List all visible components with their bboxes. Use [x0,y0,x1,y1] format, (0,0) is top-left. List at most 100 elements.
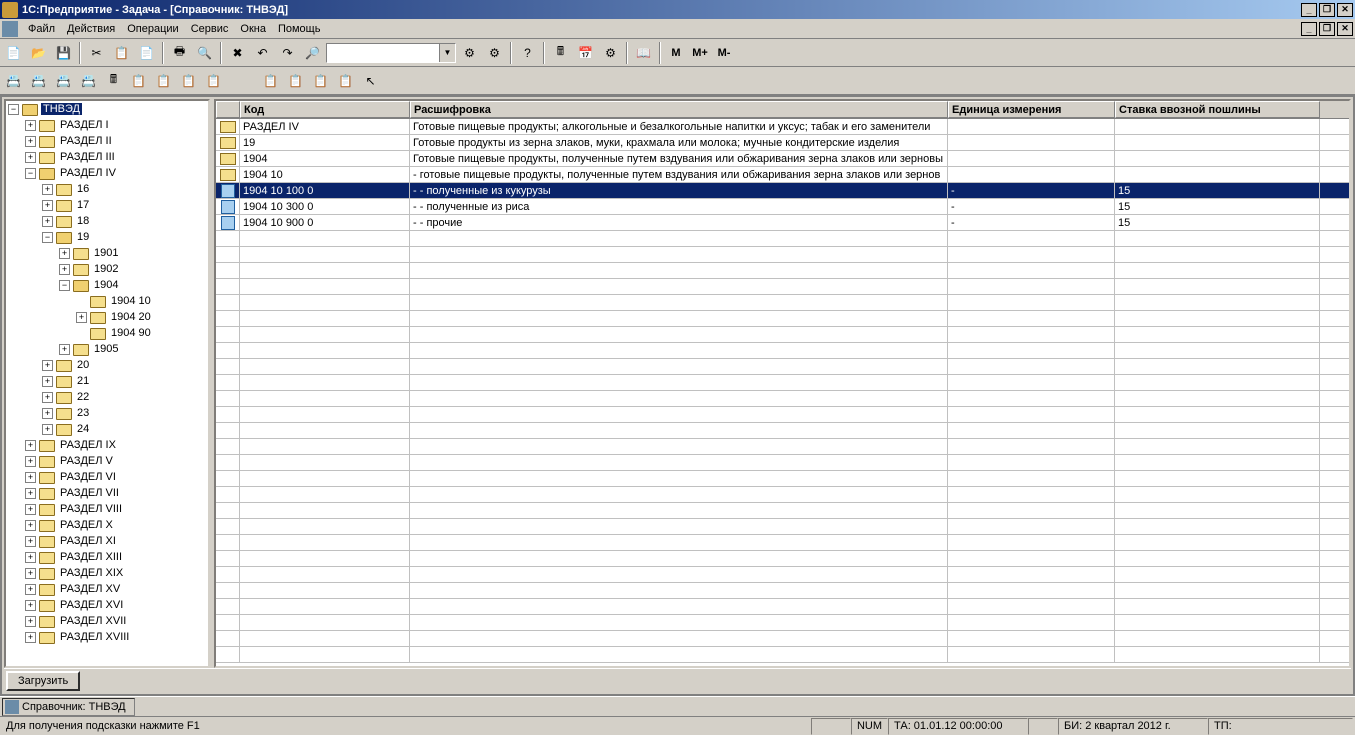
tree-item-label[interactable]: РАЗДЕЛ I [58,119,111,131]
table-row[interactable] [216,599,1349,615]
menu-help[interactable]: Помощь [272,21,327,37]
print-icon[interactable]: 🖶 [168,42,191,64]
tb2-icon-12[interactable]: 📋 [309,70,332,92]
tree-item[interactable]: 1904 90 [6,325,208,341]
tb2-icon-2[interactable]: 📇 [27,70,50,92]
open-icon[interactable]: 📂 [27,42,50,64]
expand-icon[interactable]: + [59,248,70,259]
tool-c-icon[interactable]: ⚙ [599,42,622,64]
tree-item[interactable]: + РАЗДЕЛ II [6,133,208,149]
table-body[interactable]: РАЗДЕЛ IVГотовые пищевые продукты; алког… [216,119,1349,666]
expand-icon[interactable]: + [42,376,53,387]
tree-item-label[interactable]: 1905 [92,343,120,355]
table-row[interactable] [216,375,1349,391]
redo-icon[interactable]: ↷ [276,42,299,64]
tree-item[interactable]: +РАЗДЕЛ XVII [6,613,208,629]
expand-icon[interactable]: + [76,312,87,323]
tree-item[interactable]: +20 [6,357,208,373]
tree-item[interactable]: +16 [6,181,208,197]
expand-icon[interactable]: + [25,152,36,163]
tree-item-label[interactable]: РАЗДЕЛ X [58,519,115,531]
table-row[interactable] [216,487,1349,503]
col-rate-header[interactable]: Ставка ввозной пошлины [1115,101,1320,118]
tb2-icon-11[interactable]: 📋 [284,70,307,92]
tree-root[interactable]: − ТНВЭД [6,101,208,117]
tree-item-label[interactable]: 1901 [92,247,120,259]
tb2-icon-7[interactable]: 📋 [152,70,175,92]
expand-icon[interactable]: + [25,488,36,499]
expand-icon[interactable]: + [25,472,36,483]
tree-item-label[interactable]: 1904 90 [109,327,153,339]
expand-icon[interactable]: + [25,440,36,451]
find-icon[interactable]: 🔎 [301,42,324,64]
expand-icon[interactable]: + [25,456,36,467]
tool-b-icon[interactable]: ⚙ [483,42,506,64]
task-item-directory[interactable]: Справочник: ТНВЭД [2,698,135,716]
table-row[interactable] [216,567,1349,583]
new-icon[interactable]: 📄 [2,42,25,64]
tree-item-label[interactable]: 19 [75,231,91,243]
table-row[interactable] [216,231,1349,247]
tree-item[interactable]: +РАЗДЕЛ IX [6,437,208,453]
minimize-button[interactable]: _ [1301,3,1317,17]
save-icon[interactable]: 💾 [52,42,75,64]
tool-a-icon[interactable]: ⚙ [458,42,481,64]
tree-item-label[interactable]: РАЗДЕЛ VI [58,471,118,483]
tree-item-label[interactable]: РАЗДЕЛ XIX [58,567,125,579]
mdi-restore-button[interactable]: ❐ [1319,22,1335,36]
expand-icon[interactable]: + [25,136,36,147]
tree-item-label[interactable]: РАЗДЕЛ II [58,135,114,147]
table-row[interactable] [216,583,1349,599]
expand-icon[interactable]: + [25,616,36,627]
close-button[interactable]: ✕ [1337,3,1353,17]
tree-item[interactable]: +23 [6,405,208,421]
tb2-icon-1[interactable]: 📇 [2,70,25,92]
tree-item[interactable]: −РАЗДЕЛ IV [6,165,208,181]
table-row[interactable] [216,295,1349,311]
tree-item-label[interactable]: 20 [75,359,91,371]
tree-item-label[interactable]: РАЗДЕЛ XVI [58,599,125,611]
expand-icon[interactable]: + [25,120,36,131]
menu-windows[interactable]: Окна [234,21,272,37]
expand-icon[interactable]: + [42,408,53,419]
restore-button[interactable]: ❐ [1319,3,1335,17]
tree-item[interactable]: +РАЗДЕЛ VIII [6,501,208,517]
load-button[interactable]: Загрузить [6,671,80,691]
table-row[interactable] [216,359,1349,375]
tree-item[interactable]: +РАЗДЕЛ VII [6,485,208,501]
memory-mminus-button[interactable]: M- [713,43,735,63]
table-row[interactable] [216,631,1349,647]
menu-actions[interactable]: Действия [61,21,121,37]
tree-item[interactable]: 1904 10 [6,293,208,309]
expand-icon[interactable]: + [59,264,70,275]
tree-item[interactable]: +РАЗДЕЛ XIX [6,565,208,581]
tree-item-label[interactable]: РАЗДЕЛ XVIII [58,631,131,643]
expand-icon[interactable]: + [25,504,36,515]
table-row[interactable] [216,503,1349,519]
col-code-header[interactable]: Код [240,101,410,118]
table-row[interactable]: 1904 10 900 0- - прочие-15 [216,215,1349,231]
expand-icon[interactable]: + [42,200,53,211]
tree-item[interactable]: +РАЗДЕЛ XVI [6,597,208,613]
menu-service[interactable]: Сервис [185,21,235,37]
menu-operations[interactable]: Операции [121,21,184,37]
tree-item-label[interactable]: 22 [75,391,91,403]
tree-item-label[interactable]: РАЗДЕЛ IV [58,167,118,179]
table-row[interactable] [216,519,1349,535]
tree-item-label[interactable]: 1904 10 [109,295,153,307]
expand-icon[interactable]: + [42,216,53,227]
tree-item[interactable]: + РАЗДЕЛ I [6,117,208,133]
menu-file[interactable]: Файл [22,21,61,37]
tree-item[interactable]: +22 [6,389,208,405]
tree-item[interactable]: +17 [6,197,208,213]
tree-item-label[interactable]: РАЗДЕЛ III [58,151,117,163]
tree-item-label[interactable]: 1904 20 [109,311,153,323]
table-row[interactable] [216,311,1349,327]
table-row[interactable] [216,615,1349,631]
table-row[interactable] [216,535,1349,551]
tb2-icon-4[interactable]: 📇 [77,70,100,92]
expand-icon[interactable]: + [42,424,53,435]
table-row[interactable] [216,343,1349,359]
table-row[interactable]: 1904 10- готовые пищевые продукты, получ… [216,167,1349,183]
expand-icon[interactable]: + [25,632,36,643]
